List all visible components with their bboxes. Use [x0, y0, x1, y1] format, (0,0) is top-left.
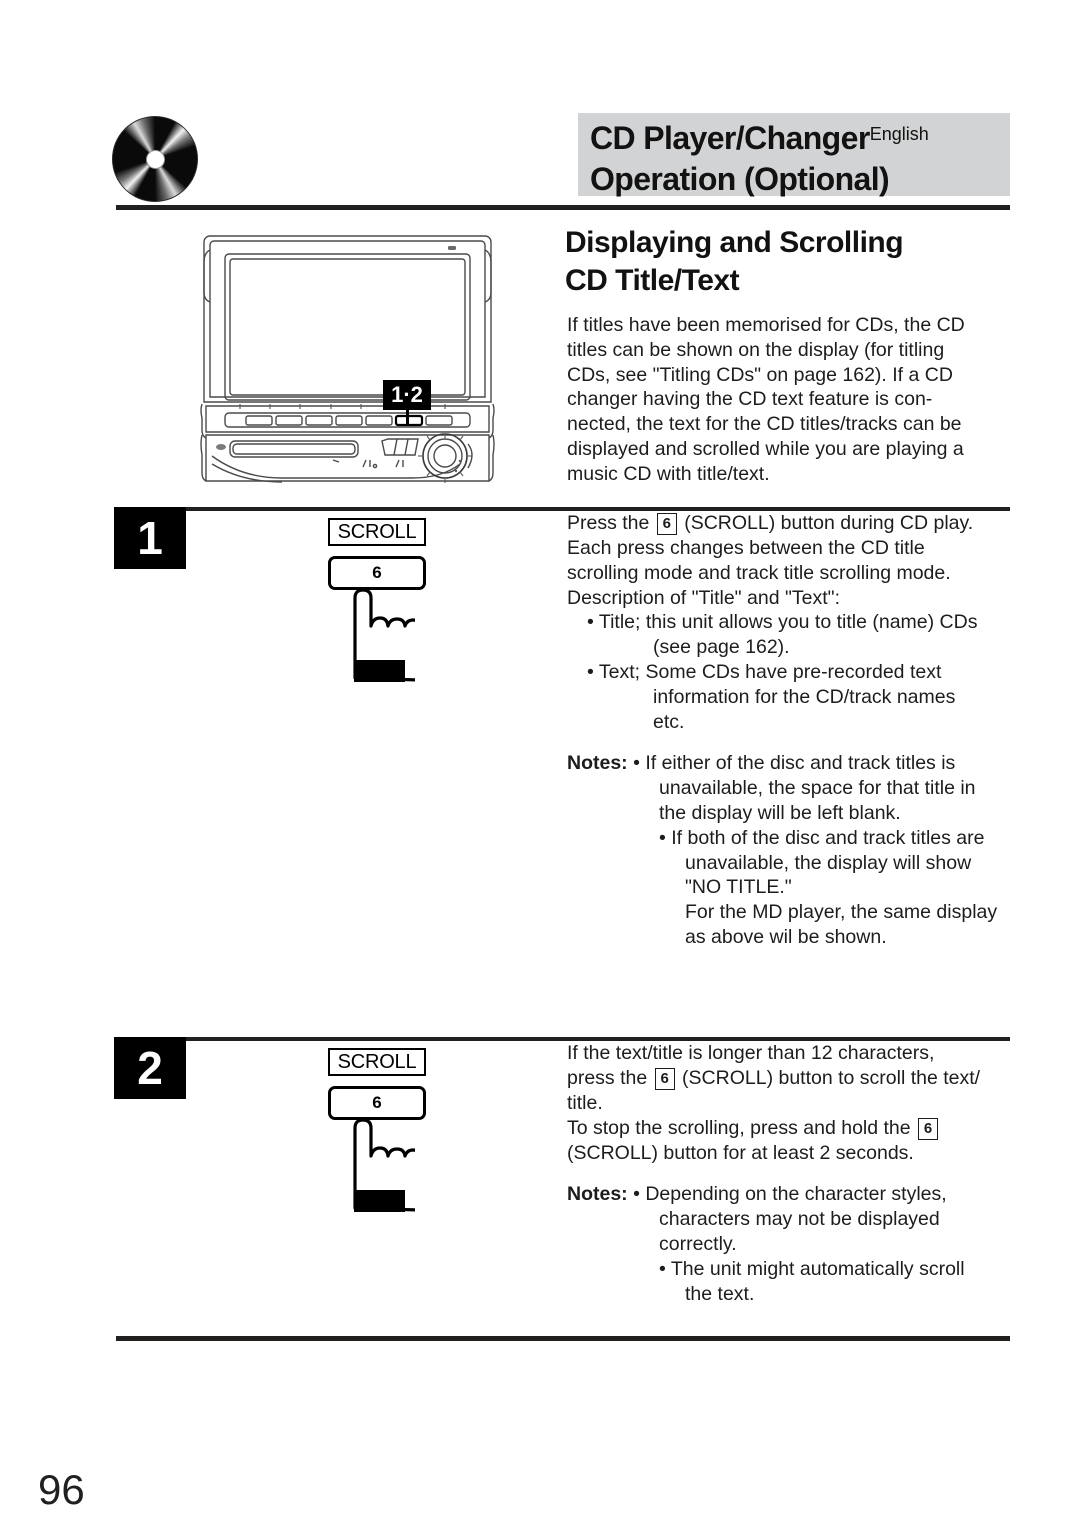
intro-paragraph: If titles have been memorised for CDs, t…: [567, 313, 1015, 487]
pointing-hand-icon: [341, 1118, 422, 1212]
note-item: • If either of the disc and track titles…: [633, 752, 956, 775]
key-6-glyph: 6: [918, 1117, 939, 1140]
step-2-line: (SCROLL) button for at least 2 seconds.: [567, 1141, 914, 1164]
step-2-text: If the text/title is longer than 12 char…: [567, 1041, 1019, 1306]
step-2-line: To stop the scrolling, press and hold th…: [567, 1116, 1019, 1141]
step-1-bullet: • Title; this unit allows you to title (…: [587, 611, 978, 634]
section-heading: Displaying and Scrolling CD Title/Text: [565, 224, 1015, 300]
intro-line: displayed and scrolled while you are pla…: [567, 437, 964, 460]
scroll-key-1: 6: [328, 556, 426, 590]
step-number-badge-2: 2: [114, 1037, 186, 1099]
note-item: For the MD player, the same display: [685, 901, 998, 924]
notes-first-line-2: Notes: • Depending on the character styl…: [567, 1182, 1019, 1207]
note-item: characters may not be displayed: [659, 1208, 940, 1231]
text-fragment: press the: [567, 1066, 653, 1089]
header-divider: [116, 205, 1010, 210]
cd-disc-icon: [112, 116, 198, 202]
manual-page: CD Player/ChangerEnglish Operation (Opti…: [0, 0, 1080, 1532]
text-fragment: (SCROLL) button to scroll the text/: [676, 1066, 981, 1089]
step-1-bullet: • Text; Some CDs have pre-recorded text: [587, 660, 942, 683]
note-item: correctly.: [659, 1232, 737, 1255]
step-1-text: Press the 6 (SCROLL) button during CD pl…: [567, 511, 1019, 950]
language-label: English: [869, 124, 929, 144]
step-2-line: title.: [567, 1091, 603, 1114]
note-item: the display will be left blank.: [659, 801, 901, 824]
text-fragment: Press the: [567, 512, 655, 534]
scroll-label-2: SCROLL: [328, 1048, 426, 1076]
step-2-line: press the 6 (SCROLL) button to scroll th…: [567, 1066, 1019, 1091]
intro-line: If titles have been memorised for CDs, t…: [567, 314, 965, 336]
callout-badge-1-2: 1·2: [383, 380, 431, 410]
head-unit-illustration: [200, 228, 495, 488]
footer-divider: [116, 1336, 1010, 1341]
callout-stem: [406, 410, 409, 424]
text-fragment: (SCROLL) button during CD play.: [678, 512, 974, 534]
step-number-badge-1: 1: [114, 507, 186, 569]
scroll-button-illustration-2: SCROLL 6: [328, 1048, 448, 1212]
step-1-line: Description of "Title" and "Text":: [567, 586, 840, 609]
intro-line: changer having the CD text feature is co…: [567, 388, 933, 411]
notes-first-line-1: Notes: • If either of the disc and track…: [567, 751, 1019, 776]
step-1-bullet: (see page 162).: [653, 636, 790, 659]
step-1-bullet: etc.: [653, 710, 685, 733]
scroll-button-illustration-1: SCROLL 6: [328, 518, 448, 682]
page-number: 96: [38, 1466, 85, 1513]
scroll-label-1: SCROLL: [328, 518, 426, 546]
step-1-line: Press the 6 (SCROLL) button during CD pl…: [567, 511, 1019, 536]
step-1-line: scrolling mode and track title scrolling…: [567, 561, 951, 584]
note-item: as above wil be shown.: [685, 925, 887, 948]
intro-line: nected, the text for the CD titles/track…: [567, 413, 962, 436]
scroll-key-2: 6: [328, 1086, 426, 1120]
header-title-line2: Operation (Optional): [590, 161, 890, 197]
header-title-line1: CD Player/Changer: [590, 120, 870, 156]
step-2-line: If the text/title is longer than 12 char…: [567, 1042, 935, 1064]
intro-line: music CD with title/text.: [567, 462, 770, 485]
page-title: CD Player/ChangerEnglish Operation (Opti…: [590, 114, 1010, 200]
key-6-glyph: 6: [654, 1067, 675, 1090]
note-item: • Depending on the character styles,: [633, 1183, 947, 1206]
note-item: the text.: [685, 1282, 755, 1305]
step-1-line: Each press changes between the CD title: [567, 537, 925, 559]
notes-label: Notes:: [567, 752, 628, 775]
note-item: "NO TITLE.": [685, 876, 792, 899]
intro-line: titles can be shown on the display (for …: [567, 338, 945, 361]
text-fragment: To stop the scrolling, press and hold th…: [567, 1116, 917, 1139]
note-item: unavailable, the space for that title in: [659, 777, 976, 800]
note-item: • If both of the disc and track titles a…: [659, 826, 985, 849]
section-heading-line1: Displaying and Scrolling: [565, 226, 904, 259]
step-1-bullet: information for the CD/track names: [653, 685, 956, 708]
notes-label: Notes:: [567, 1183, 628, 1206]
pointing-hand-icon: [341, 588, 422, 682]
note-item: • The unit might automatically scroll: [659, 1257, 965, 1280]
key-6-glyph: 6: [656, 513, 677, 535]
note-item: unavailable, the display will show: [685, 851, 972, 874]
intro-line: CDs, see "Titling CDs" on page 162). If …: [567, 363, 953, 386]
section-heading-line2: CD Title/Text: [565, 264, 740, 297]
